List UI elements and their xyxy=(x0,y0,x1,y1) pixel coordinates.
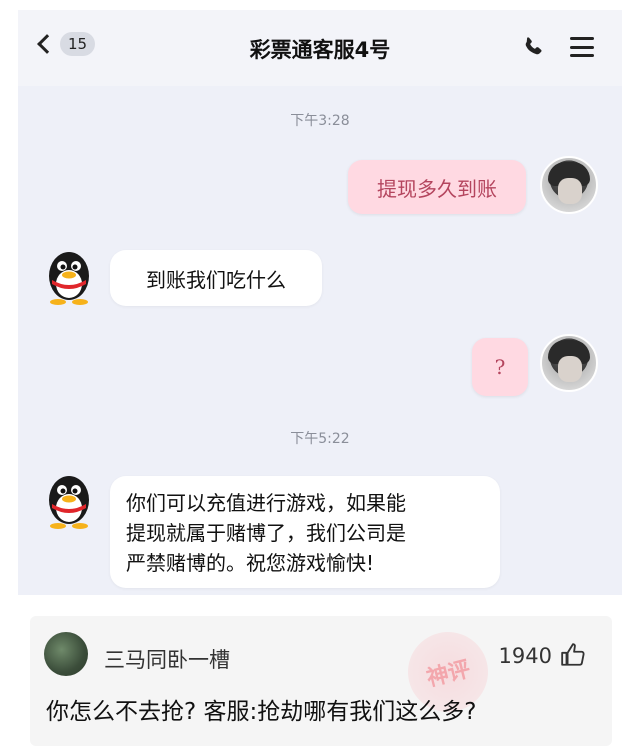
commenter-avatar[interactable] xyxy=(44,632,88,676)
qq-penguin-avatar[interactable] xyxy=(42,470,96,530)
chat-screenshot: 15 彩票通客服4号 下午3:28 提现多久到账 到账我们吃什么 ? 下午5:2… xyxy=(18,10,622,595)
user-avatar[interactable] xyxy=(540,334,598,392)
sent-message-bubble[interactable]: 提现多久到账 xyxy=(348,160,526,214)
comment-card[interactable]: 三马同卧一槽 神评 1940 你怎么不去抢? 客服:抢劫哪有我们这么多? xyxy=(30,616,612,746)
message-text: ? xyxy=(494,355,506,379)
comment-text: 你怎么不去抢? 客服:抢劫哪有我们这么多? xyxy=(46,699,477,725)
thumbs-up-icon[interactable] xyxy=(560,642,586,668)
user-avatar[interactable] xyxy=(540,156,598,214)
qq-penguin-avatar[interactable] xyxy=(42,246,96,306)
message-text: 提现多久到账 xyxy=(377,176,497,201)
menu-icon[interactable] xyxy=(570,37,594,57)
message-line: 你们可以充值进行游戏，如果能 xyxy=(126,491,406,515)
received-message-bubble[interactable]: 你们可以充值进行游戏，如果能 提现就属于赌博了，我们公司是 严禁赌博的。祝您游戏… xyxy=(110,476,500,588)
timestamp: 下午3:28 xyxy=(290,113,350,129)
like-count: 1940 xyxy=(498,644,552,668)
phone-icon[interactable] xyxy=(520,34,546,60)
chat-header: 15 彩票通客服4号 xyxy=(18,10,622,86)
received-message-bubble[interactable]: 到账我们吃什么 xyxy=(110,250,322,306)
commenter-username[interactable]: 三马同卧一槽 xyxy=(104,644,230,674)
message-text: 到账我们吃什么 xyxy=(146,267,286,292)
timestamp: 下午5:22 xyxy=(290,431,350,447)
message-line: 提现就属于赌博了，我们公司是 xyxy=(126,521,406,545)
sent-message-bubble[interactable]: ? xyxy=(472,338,528,396)
message-line: 严禁赌博的。祝您游戏愉快! xyxy=(126,551,375,575)
